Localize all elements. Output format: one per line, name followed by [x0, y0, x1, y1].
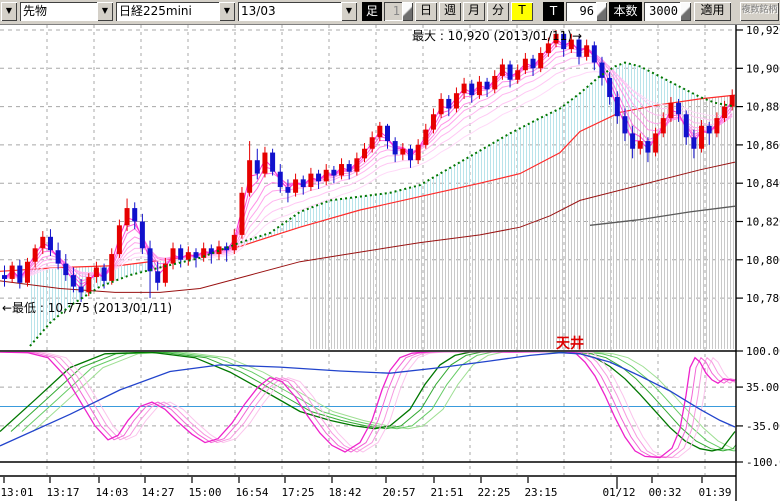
session-high-annotation: 最大 : 10,920 (2013/01/11)→ [412, 27, 582, 44]
price-axis-label: 10,880 [746, 101, 780, 114]
bars-count-value: 3000 [644, 2, 680, 21]
price-axis-label: 10,920 [746, 24, 780, 37]
period-button-4[interactable]: 分 [487, 2, 509, 21]
indicator-axis-label: 35.00 [746, 381, 779, 394]
period-button-2[interactable]: 週 [439, 2, 461, 21]
time-axis-label: 16:54 [235, 486, 268, 499]
spinner-icon[interactable] [402, 2, 413, 21]
price-axis-label: 10,780 [746, 292, 780, 305]
indicator-axis-label: -100.00 [746, 456, 780, 469]
dropdown-arrow-icon[interactable]: ▼ [341, 2, 357, 21]
symbol-value: 日経225mini [116, 2, 219, 21]
contract-month-value: 13/03 [238, 2, 341, 21]
period-button-5[interactable]: T [511, 2, 533, 21]
instrument-value: 先物 [20, 2, 97, 21]
time-axis-label: 01/12 [602, 486, 635, 499]
price-axis-label: 10,800 [746, 254, 780, 267]
price-axis-label: 10,840 [746, 177, 780, 190]
time-axis-label: 23:15 [524, 486, 557, 499]
time-axis-label: 20:57 [382, 486, 415, 499]
contract-month-select[interactable]: 13/03 ▼ [238, 2, 357, 21]
time-axis-label: 17:25 [281, 486, 314, 499]
time-axis-label: 13:01 [0, 486, 33, 499]
interval-value: 1 [384, 2, 402, 21]
price-axis-label: 10,820 [746, 216, 780, 229]
time-axis-label: 21:51 [430, 486, 463, 499]
collapse-panel-button[interactable]: ▼ [1, 2, 17, 21]
spinner-icon[interactable] [596, 2, 607, 21]
dropdown-arrow-icon[interactable]: ▼ [219, 2, 235, 21]
period-button-1[interactable]: 日 [415, 2, 437, 21]
apply-button[interactable]: 適用 [694, 2, 731, 21]
bars-count-stepper[interactable]: 3000 [644, 2, 691, 21]
bars-label: 本数 [609, 2, 642, 21]
session-low-annotation: ←最低 : 10,775 (2013/01/11) [2, 299, 172, 316]
ceiling-annotation: 天井 [556, 333, 584, 353]
symbol-select[interactable]: 日経225mini ▼ [116, 2, 235, 21]
time-axis-label: 14:03 [95, 486, 128, 499]
chevron-down-icon: ▼ [6, 6, 12, 15]
instrument-select[interactable]: 先物 ▼ [20, 2, 113, 21]
toolbar: ▼ 先物 ▼ 日経225mini ▼ 13/03 ▼ 足 1 日週月分T T 9… [0, 0, 780, 25]
indicator-axis-label: -35.00 [746, 420, 780, 433]
indicator-panel [0, 351, 768, 458]
time-axis-label: 18:42 [328, 486, 361, 499]
spinner-icon[interactable] [680, 2, 691, 21]
tick-t-label: T [543, 2, 564, 21]
price-chart[interactable]: 10,920 10,900 10,880 10,860 10,840 10,820 10,8… [0, 0, 780, 501]
tick-count-value: 96 [566, 2, 596, 21]
price-axis-label: 10,900 [746, 62, 780, 75]
ashi-label: 足 [362, 2, 382, 21]
time-axis-label: 15:00 [188, 486, 221, 499]
price-axis-label: 10,860 [746, 139, 780, 152]
time-axis-label: 00:32 [648, 486, 681, 499]
tick-count-stepper[interactable]: 96 [566, 2, 607, 21]
chart-application-window: ▼ 先物 ▼ 日経225mini ▼ 13/03 ▼ 足 1 日週月分T T 9… [0, 0, 780, 501]
indicator-axis-label: 100.00 [746, 345, 780, 358]
time-axis-label: 01:39 [698, 486, 731, 499]
multi-symbol-button[interactable]: 複数銘柄 [740, 2, 779, 21]
interval-stepper[interactable]: 1 [384, 2, 413, 21]
period-button-3[interactable]: 月 [463, 2, 485, 21]
time-axis-label: 22:25 [477, 486, 510, 499]
dropdown-arrow-icon[interactable]: ▼ [97, 2, 113, 21]
time-axis-label: 14:27 [141, 486, 174, 499]
time-axis-label: 13:17 [46, 486, 79, 499]
